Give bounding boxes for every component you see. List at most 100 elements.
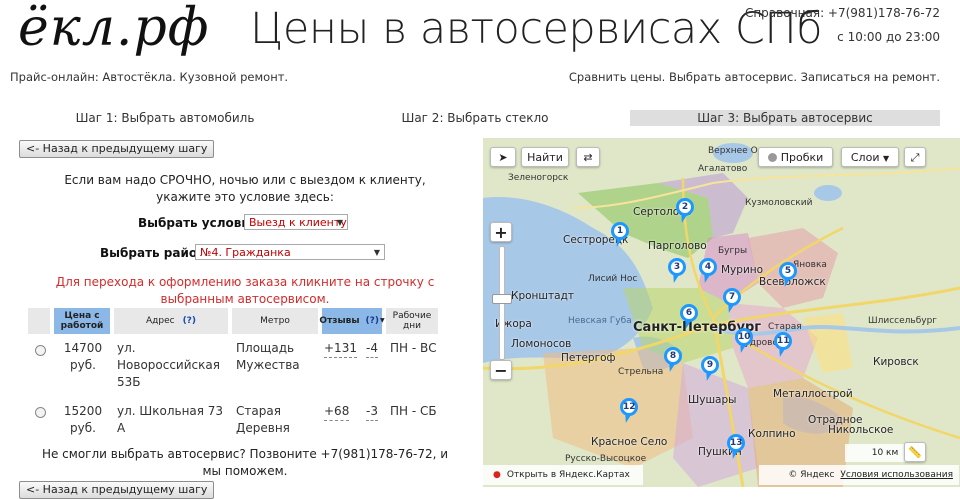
- map-pin[interactable]: 12: [620, 398, 638, 416]
- map-label: Яновка: [793, 260, 827, 270]
- find-button[interactable]: Найти: [521, 147, 569, 167]
- row-days: ПН - СБ: [390, 404, 437, 418]
- map-label: Зеленогорск: [508, 173, 569, 183]
- th-reviews[interactable]: Отзывы (?) ▼: [319, 308, 385, 334]
- map-copyright: © Яндекс Условия использования: [759, 465, 959, 485]
- traffic-light-icon: [767, 153, 777, 162]
- map-label: Старая: [768, 322, 802, 332]
- condition-value: Выезд к клиенту: [249, 216, 347, 229]
- dropdown-arrow-icon: ▼: [336, 218, 343, 227]
- map-pin[interactable]: 2: [676, 198, 694, 216]
- row-reviews-negative[interactable]: -4: [366, 340, 378, 358]
- map-label: Лисий Нос: [588, 274, 638, 284]
- map-label: Русско-Высоцкое: [565, 454, 647, 464]
- row-days: ПН - ВС: [390, 341, 437, 355]
- route-icon: ⇄: [583, 151, 593, 164]
- back-button-top[interactable]: <- Назад к предыдущему шагу: [19, 140, 215, 158]
- map-label: Стрельна: [618, 367, 664, 377]
- sort-arrow-icon: ▼: [379, 317, 385, 324]
- footer-note: Не смогли выбрать автосервис? Позвоните …: [41, 447, 449, 478]
- yandex-map[interactable]: Верхнее Осельки Агалатово Зеленогорск Се…: [483, 138, 960, 487]
- th-price[interactable]: Цена с работой: [54, 308, 110, 334]
- th-metro: Метро: [232, 308, 318, 334]
- chevron-down-icon: ▼: [882, 154, 890, 163]
- reviews-help-link[interactable]: (?): [366, 316, 379, 326]
- district-value: №4. Гражданка: [200, 246, 291, 259]
- row-reviews-positive[interactable]: +68: [324, 403, 350, 421]
- map-label: Кронштадт: [511, 290, 574, 302]
- map-label: Шлиссельбург: [868, 316, 938, 326]
- page-title: Цены в автосервисах СПб: [250, 4, 823, 54]
- step-2[interactable]: Шаг 2: Выбрать стекло: [345, 110, 605, 126]
- map-pin[interactable]: 11: [774, 332, 792, 350]
- row-metro: Старая Деревня: [236, 404, 290, 435]
- map-pin[interactable]: 1: [611, 222, 629, 240]
- map-label: Петергоф: [561, 352, 616, 364]
- map-label: Невская Губа: [568, 316, 632, 326]
- map-label: Кировск: [873, 356, 919, 368]
- th-hours: Рабочие дни: [386, 308, 438, 334]
- back-button-bottom[interactable]: <- Назад к предыдущему шагу: [19, 481, 215, 499]
- geolocation-button[interactable]: ➤: [490, 147, 516, 167]
- expand-icon: ⤢: [910, 151, 920, 164]
- map-label: Парголово: [648, 240, 707, 252]
- route-button[interactable]: ⇄: [576, 147, 600, 167]
- map-pin[interactable]: 10: [735, 328, 753, 346]
- step-1[interactable]: Шаг 1: Выбрать автомобиль: [40, 110, 290, 126]
- address-help-link[interactable]: (?): [183, 316, 196, 326]
- order-note: Для перехода к оформлению заказа кликнит…: [55, 275, 435, 306]
- map-label: Мурино: [721, 264, 764, 276]
- row-radio[interactable]: [35, 407, 46, 418]
- row-price: 14700 руб.: [63, 341, 103, 372]
- condition-select[interactable]: Выезд к клиенту ▼: [244, 214, 348, 230]
- th-reviews-label: Отзывы: [319, 316, 360, 326]
- zoom-slider-handle[interactable]: [492, 294, 512, 304]
- map-label: Кузмоловский: [745, 198, 813, 208]
- dropdown-arrow-icon: ▼: [373, 248, 380, 257]
- th-address[interactable]: Адрес (?): [114, 308, 228, 334]
- map-pin[interactable]: 6: [680, 304, 698, 322]
- subtitle-right: Сравнить цены. Выбрать автосервис. Запис…: [568, 70, 940, 84]
- plus-icon: +: [494, 223, 508, 242]
- terms-link[interactable]: Условия использования: [840, 470, 953, 480]
- open-in-yandex-link[interactable]: ● Открыть в Яндекс.Картах: [483, 465, 643, 485]
- row-address: ул. Новороссийская 53Б: [117, 341, 220, 389]
- working-hours: с 10:00 до 23:00: [837, 30, 940, 44]
- map-label: Бугры: [718, 246, 748, 256]
- site-logo[interactable]: ёкл.рф: [18, 0, 209, 58]
- ruler-button[interactable]: 📏: [904, 442, 926, 462]
- map-marker-icon: ●: [493, 470, 501, 480]
- th-radio: [28, 308, 50, 334]
- map-pin[interactable]: 8: [664, 347, 682, 365]
- row-reviews-negative[interactable]: -3: [366, 403, 378, 421]
- zoom-out-button[interactable]: −: [490, 360, 512, 380]
- layers-button[interactable]: Слои ▼: [841, 147, 899, 167]
- row-price: 15200 руб.: [63, 404, 103, 435]
- urgent-note: Если вам надо СРОЧНО, ночью или с выездо…: [64, 173, 426, 204]
- map-label: Красное Село: [591, 436, 668, 448]
- fullscreen-button[interactable]: ⤢: [904, 147, 926, 167]
- map-pin[interactable]: 9: [701, 356, 719, 374]
- map-pin[interactable]: 7: [723, 288, 741, 306]
- row-address: ул. Школьная 73 А: [117, 404, 224, 435]
- map-label: Никольское: [828, 424, 894, 436]
- map-pin[interactable]: 3: [668, 258, 686, 276]
- table-row[interactable]: 15200 руб. ул. Школьная 73 А Старая Дере…: [0, 402, 450, 442]
- zoom-in-button[interactable]: +: [490, 222, 512, 242]
- map-pin[interactable]: 13: [727, 434, 745, 452]
- minus-icon: −: [494, 361, 508, 380]
- map-pin[interactable]: 4: [699, 258, 717, 276]
- district-select[interactable]: №4. Гражданка ▼: [195, 244, 385, 260]
- th-address-label: Адрес: [145, 316, 175, 326]
- row-radio[interactable]: [35, 345, 46, 356]
- map-label: Агалатово: [698, 164, 748, 174]
- traffic-button[interactable]: Пробки: [758, 147, 833, 167]
- table-row[interactable]: 14700 руб. ул. Новороссийская 53Б Площад…: [0, 338, 450, 396]
- map-label: Шушары: [688, 394, 737, 406]
- step-3[interactable]: Шаг 3: Выбрать автосервис: [630, 110, 940, 126]
- district-label: Выбрать район:: [100, 246, 211, 260]
- map-pin[interactable]: 5: [779, 262, 797, 280]
- map-label: Ломоносов: [511, 338, 572, 350]
- map-label: Металлострой: [773, 388, 853, 400]
- row-reviews-positive[interactable]: +131: [324, 340, 357, 358]
